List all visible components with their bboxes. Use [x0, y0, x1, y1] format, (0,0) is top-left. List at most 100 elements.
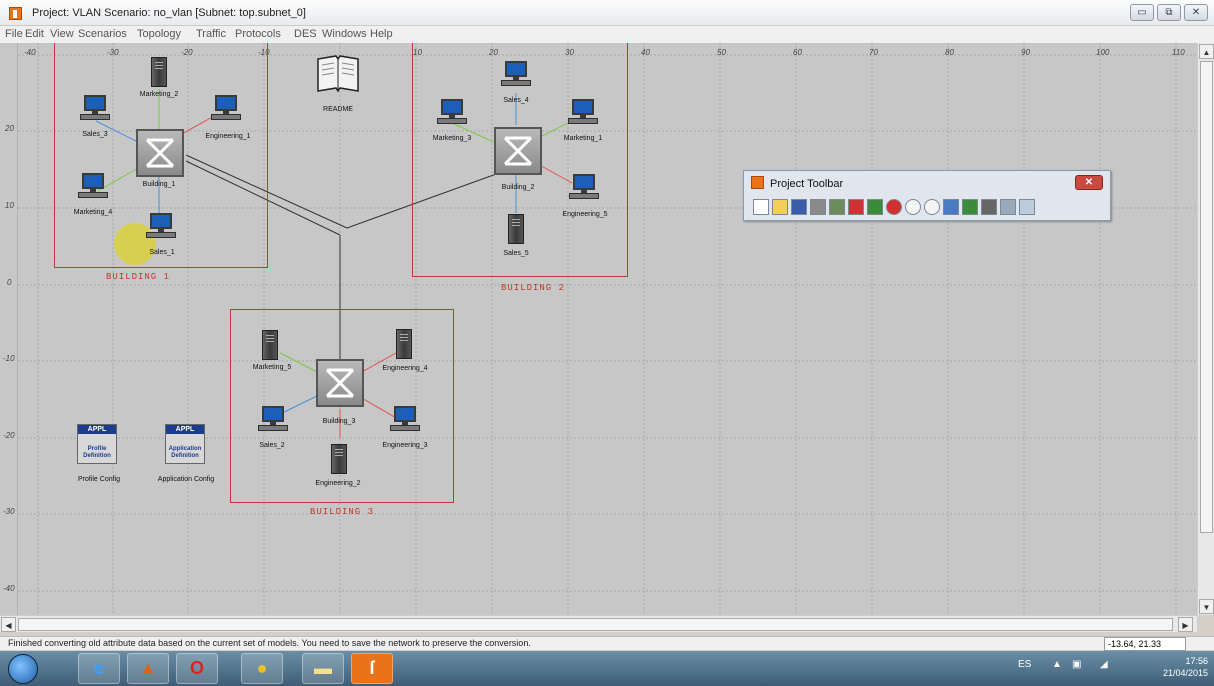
vertical-scroll-thumb[interactable]: [1200, 61, 1213, 533]
menu-topology[interactable]: Topology: [137, 28, 181, 40]
menu-help[interactable]: Help: [370, 28, 393, 40]
open-icon[interactable]: [772, 199, 788, 215]
node-label-building-1: Building_1: [142, 181, 176, 188]
server-icon[interactable]: [396, 329, 412, 359]
new-icon[interactable]: [753, 199, 769, 215]
return-to-parent-icon[interactable]: [886, 199, 902, 215]
workstation-icon[interactable]: [569, 174, 599, 204]
node-label-sales-5: Sales_5: [503, 250, 529, 257]
workstation-icon[interactable]: [78, 173, 108, 203]
internet-explorer-icon[interactable]: e: [78, 653, 120, 684]
workstation-icon[interactable]: [501, 61, 531, 91]
switch-icon[interactable]: [136, 129, 184, 177]
y-tick-label: 0: [7, 278, 12, 287]
zoom-in-icon[interactable]: [905, 199, 921, 215]
project-toolbar-close-button[interactable]: ✕: [1075, 175, 1103, 190]
workstation-icon[interactable]: [146, 213, 176, 243]
start-button[interactable]: [8, 654, 38, 684]
clock-time: 17:56: [1185, 656, 1208, 666]
scroll-right-icon[interactable]: ▶: [1178, 617, 1193, 632]
menu-windows[interactable]: Windows: [322, 28, 367, 40]
y-tick-label: -10: [3, 354, 15, 363]
cursor-coordinates: -13.64, 21.33: [1104, 637, 1186, 651]
profile-definition-caption: Profile Definition: [83, 446, 111, 459]
menu-edit[interactable]: Edit: [25, 28, 44, 40]
maximize-button[interactable]: ⧉: [1157, 4, 1181, 21]
application-config-icon[interactable]: APPL Application Definition: [165, 424, 205, 464]
horizontal-scrollbar[interactable]: ◀ ▶: [0, 615, 1197, 632]
y-tick-label: 20: [5, 124, 14, 133]
switch-icon[interactable]: [494, 127, 542, 175]
workstation-icon[interactable]: [437, 99, 467, 129]
x-tick-label: -40: [24, 48, 36, 57]
node-label-engineering-3: Engineering_3: [382, 442, 428, 449]
menu-traffic[interactable]: Traffic: [196, 28, 226, 40]
workstation-icon[interactable]: [211, 95, 241, 125]
server-icon[interactable]: [508, 214, 524, 244]
workstation-icon[interactable]: [568, 99, 598, 129]
building-3-label: BUILDING 3: [310, 507, 375, 517]
menu-protocols[interactable]: Protocols: [235, 28, 281, 40]
y-tick-label: -30: [3, 507, 15, 516]
scroll-left-icon[interactable]: ◀: [1, 617, 16, 632]
node-label-engineering-5: Engineering_5: [562, 211, 608, 218]
profile-config-icon[interactable]: APPL Profile Definition: [77, 424, 117, 464]
server-icon[interactable]: [331, 444, 347, 474]
horizontal-scroll-thumb[interactable]: [18, 618, 1173, 631]
y-tick-label: -40: [3, 584, 15, 593]
workstation-icon[interactable]: [258, 406, 288, 436]
switch-icon[interactable]: [316, 359, 364, 407]
language-indicator[interactable]: ES: [1018, 659, 1031, 670]
file-explorer-icon[interactable]: ▬: [302, 653, 344, 684]
node-label-profile-config: Profile Config: [77, 476, 121, 483]
node-label-engineering-1: Engineering_1: [205, 133, 251, 140]
view-results-icon[interactable]: [962, 199, 978, 215]
save-icon[interactable]: [791, 199, 807, 215]
opera-icon[interactable]: O: [176, 653, 218, 684]
workstation-icon[interactable]: [390, 406, 420, 436]
application-definition-caption: Application Definition: [168, 446, 202, 459]
menu-bar: File Edit View Scenarios Topology Traffi…: [0, 26, 1214, 43]
server-icon[interactable]: [262, 330, 278, 360]
matlab-icon[interactable]: ▲: [127, 653, 169, 684]
node-label-sales-4: Sales_4: [503, 97, 529, 104]
volume-icon[interactable]: ◢: [1100, 659, 1108, 670]
clock-date: 21/04/2015: [1162, 668, 1208, 678]
menu-view[interactable]: View: [50, 28, 74, 40]
switch-arrows-icon: [325, 368, 355, 398]
workstation-icon[interactable]: [80, 95, 110, 125]
x-tick-label: 70: [869, 48, 878, 57]
print-icon[interactable]: [810, 199, 826, 215]
failure-icon[interactable]: [848, 199, 864, 215]
readme-book-icon[interactable]: [316, 53, 360, 93]
tray-arrow-icon[interactable]: ▲: [1052, 659, 1062, 670]
recover-icon[interactable]: [867, 199, 883, 215]
configure-des-icon[interactable]: [943, 199, 959, 215]
hide-graphs-icon[interactable]: [1000, 199, 1016, 215]
zoom-out-icon[interactable]: [924, 199, 940, 215]
riverbed-modeler-icon[interactable]: ſ: [351, 653, 393, 684]
scroll-down-icon[interactable]: ▼: [1199, 599, 1214, 614]
system-clock[interactable]: 17:56 21/04/2015: [1152, 655, 1208, 679]
menu-file[interactable]: File: [5, 28, 23, 40]
project-toolbar-window[interactable]: Project Toolbar ✕: [743, 170, 1111, 221]
menu-des[interactable]: DES: [294, 28, 317, 40]
project-toolbar-tools: [753, 199, 1035, 215]
window-controls: ▭ ⧉ ✕: [1130, 4, 1208, 21]
object-palette-icon[interactable]: [829, 199, 845, 215]
network-canvas[interactable]: -40 -30 -20 -10 10 20 30 40 50 60 70 80 …: [18, 43, 1197, 615]
chrome-icon[interactable]: ●: [241, 653, 283, 684]
menu-scenarios[interactable]: Scenarios: [78, 28, 127, 40]
scroll-up-icon[interactable]: ▲: [1199, 44, 1214, 59]
x-tick-label: 60: [793, 48, 802, 57]
vertical-scrollbar[interactable]: ▲ ▼: [1197, 43, 1214, 615]
network-icon[interactable]: ▣: [1072, 659, 1081, 670]
server-icon[interactable]: [151, 57, 167, 87]
minimize-button[interactable]: ▭: [1130, 4, 1154, 21]
hide-results-icon[interactable]: [981, 199, 997, 215]
x-tick-label: 50: [717, 48, 726, 57]
close-button[interactable]: ✕: [1184, 4, 1208, 21]
node-label-marketing-3: Marketing_3: [432, 135, 472, 142]
edit-graphs-icon[interactable]: [1019, 199, 1035, 215]
x-tick-label: 90: [1021, 48, 1030, 57]
